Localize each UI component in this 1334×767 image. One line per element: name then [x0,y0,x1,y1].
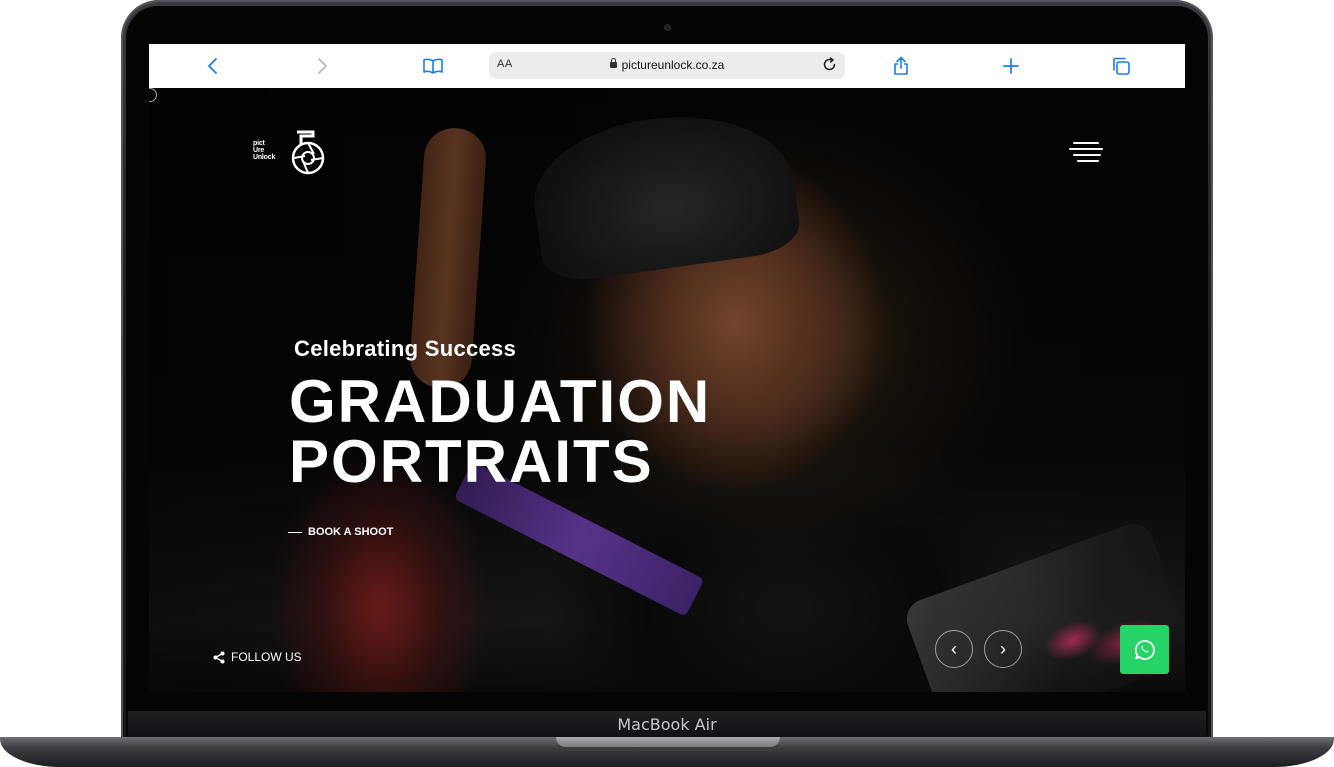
laptop-screen: AA pictureunlock.co.za pict Ure Unlock C… [149,44,1185,692]
hero-title: GRADUATION PORTRAITS [289,372,711,492]
logo-text-line3: Unlock [253,154,276,161]
plus-icon [1003,58,1019,74]
hero-title-line1: GRADUATION [289,368,712,435]
book-icon [423,58,443,74]
webcam [664,24,671,31]
share-icon [894,56,908,75]
tabs-overview-button[interactable] [1107,52,1135,80]
address-bar[interactable]: AA pictureunlock.co.za [489,52,845,79]
follow-us-label: FOLLOW US [231,650,302,664]
reload-icon [823,57,836,71]
share-button[interactable] [887,52,915,80]
whatsapp-button[interactable] [1120,625,1169,674]
chevron-left-icon: ‹ [951,638,957,659]
hero-title-line2: PORTRAITS [289,428,654,495]
menu-button[interactable] [1069,142,1105,164]
chevron-left-icon [208,58,217,74]
back-button[interactable] [199,52,227,80]
slider-prev-button[interactable]: ‹ [935,630,973,668]
menu-line-icon [1073,154,1101,156]
menu-line-icon [1077,160,1099,162]
new-tab-button[interactable] [997,52,1025,80]
tabs-icon [1113,57,1130,75]
url-display[interactable]: pictureunlock.co.za [489,58,845,72]
chevron-right-icon [318,58,327,74]
logo-text-line1: pict [253,140,265,147]
hero-subtitle: Celebrating Success [294,336,517,361]
forward-button[interactable] [308,52,336,80]
browser-toolbar: AA pictureunlock.co.za [149,44,1185,89]
lock-icon [609,58,617,68]
follow-us-button[interactable]: FOLLOW US [213,650,302,664]
dash-icon [288,531,302,533]
slider-next-button[interactable]: › [984,630,1022,668]
book-shoot-link[interactable]: BOOK A SHOOT [288,526,393,538]
site-logo[interactable]: pict Ure Unlock [253,128,333,178]
device-label: MacBook Air [617,715,717,734]
chevron-right-icon: › [1000,638,1006,659]
web-page: pict Ure Unlock Celebrating Success GRAD… [149,88,1185,692]
aperture-icon [291,130,325,175]
logo-text-line2: Ure [253,147,265,154]
share-nodes-icon [213,651,225,663]
laptop-hinge: MacBook Air [128,711,1206,737]
screenshot: AA pictureunlock.co.za pict Ure Unlock C… [0,0,1334,767]
menu-line-icon [1069,148,1103,150]
menu-line-icon [1073,142,1099,144]
book-shoot-label: BOOK A SHOOT [308,526,394,538]
bookmarks-button[interactable] [419,52,447,80]
url-text: pictureunlock.co.za [621,58,725,72]
whatsapp-icon [1134,639,1155,660]
logo-wordmark: pict Ure Unlock [253,140,275,161]
laptop-base-notch [556,737,780,747]
reload-button[interactable] [822,57,837,72]
